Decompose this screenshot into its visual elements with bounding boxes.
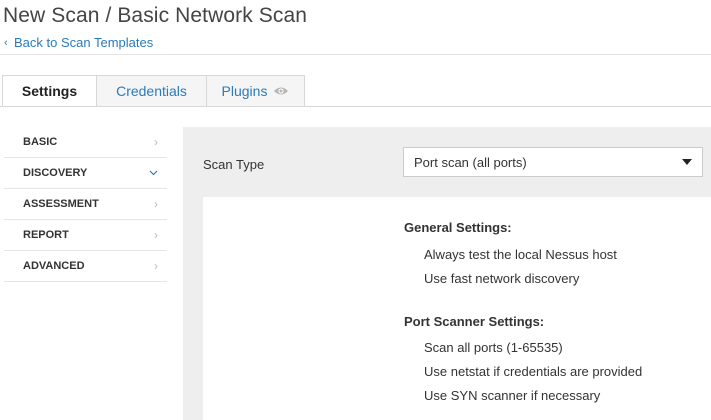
sidebar-item-label: BASIC [23,136,58,148]
tab-credentials-label: Credentials [116,83,187,99]
tab-credentials[interactable]: Credentials [97,75,207,107]
settings-sidebar: BASIC › DISCOVERY ASSESSMENT › REPORT › … [4,127,167,282]
chevron-down-icon [149,170,158,176]
tab-bar: Settings Credentials Plugins [2,75,305,107]
chevron-right-icon: › [154,259,158,273]
sidebar-item-basic[interactable]: BASIC › [4,127,167,158]
back-to-templates-link[interactable]: ‹ Back to Scan Templates [4,35,153,50]
port-scanner-setting-item: Use netstat if credentials are provided [424,364,643,379]
sidebar-item-label: REPORT [23,229,69,241]
chevron-left-icon: ‹ [4,36,8,49]
tab-plugins-label: Plugins [221,83,268,99]
page-title: New Scan / Basic Network Scan [3,4,308,27]
sidebar-item-report[interactable]: REPORT › [4,220,167,251]
header-divider [0,54,711,55]
general-setting-item: Always test the local Nessus host [424,247,617,262]
eye-icon[interactable] [273,86,289,96]
general-setting-item: Use fast network discovery [424,271,580,286]
sidebar-item-label: ADVANCED [23,260,85,272]
general-settings-title: General Settings: [404,220,512,235]
dropdown-caret-icon [682,159,692,165]
sidebar-item-label: DISCOVERY [23,167,88,179]
chevron-right-icon: › [154,197,158,211]
scan-type-select[interactable]: Port scan (all ports) [403,147,703,177]
sidebar-item-assessment[interactable]: ASSESSMENT › [4,189,167,220]
tab-plugins[interactable]: Plugins [207,75,305,107]
tab-settings[interactable]: Settings [2,75,97,107]
sidebar-item-advanced[interactable]: ADVANCED › [4,251,167,282]
scan-type-value: Port scan (all ports) [414,154,527,170]
chevron-right-icon: › [154,135,158,149]
chevron-right-icon: › [154,228,158,242]
port-scanner-setting-item: Scan all ports (1-65535) [424,340,563,355]
back-link-label: Back to Scan Templates [14,35,154,50]
sidebar-item-discovery[interactable]: DISCOVERY [4,158,167,189]
scan-type-label: Scan Type [203,157,265,172]
tab-bar-divider [0,106,711,107]
port-scanner-setting-item: Use SYN scanner if necessary [424,388,601,403]
tab-settings-label: Settings [21,83,78,99]
sidebar-item-label: ASSESSMENT [23,198,99,210]
port-scanner-settings-title: Port Scanner Settings: [404,314,545,329]
